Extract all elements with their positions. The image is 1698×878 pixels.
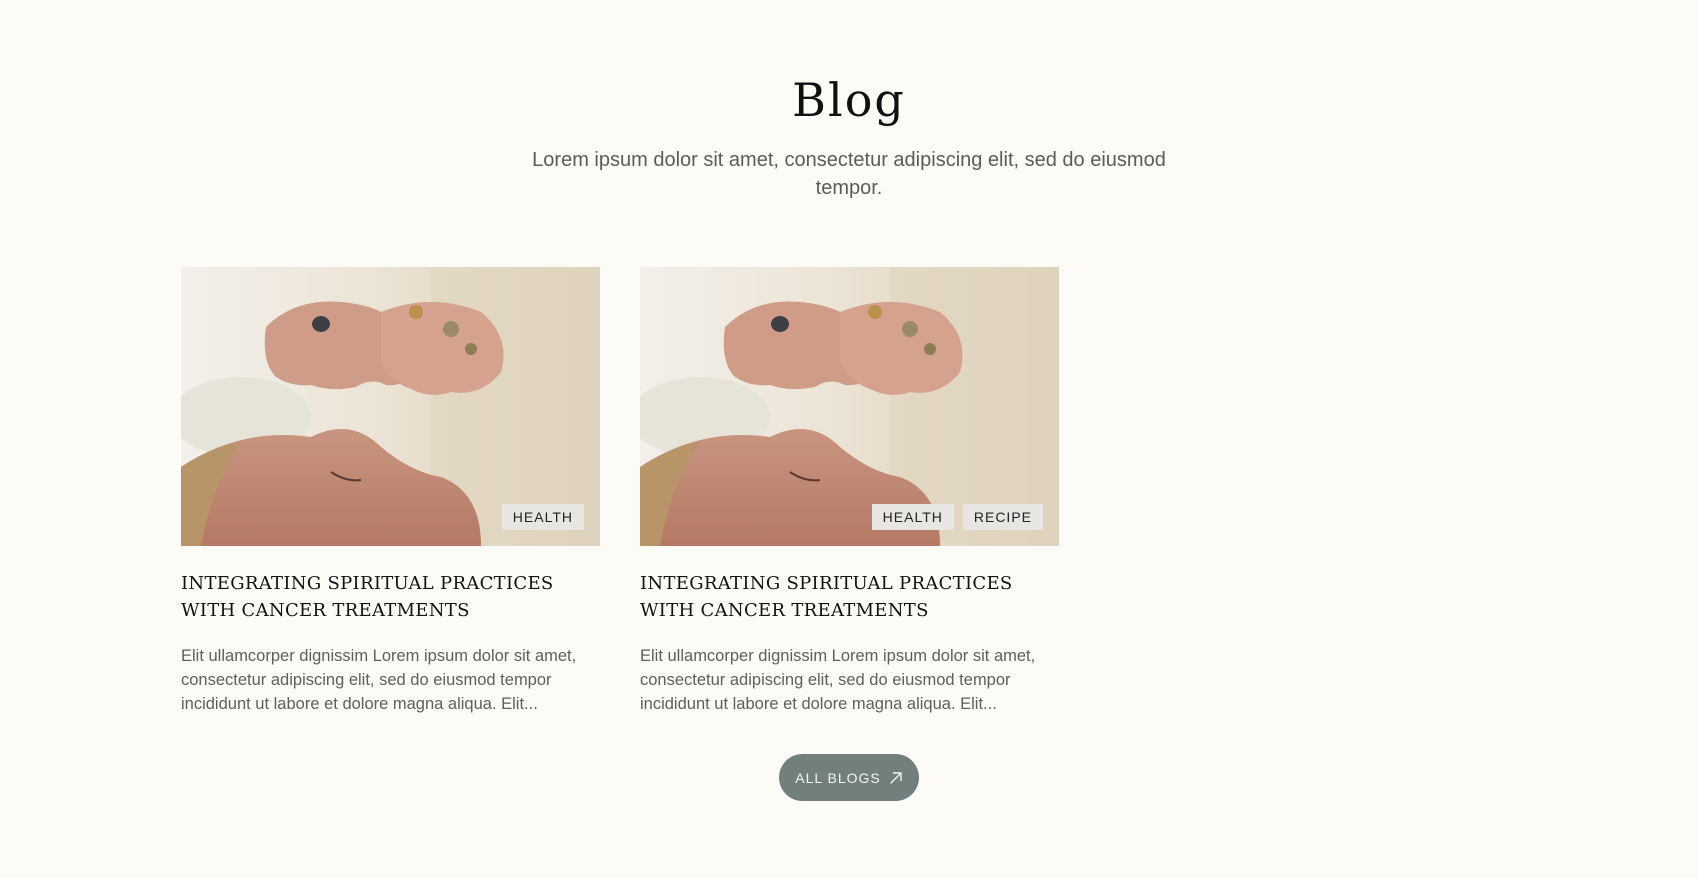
blog-card[interactable]: HEALTH RECIPE INTEGRATING SPIRITUAL PRAC… (640, 267, 1059, 716)
all-blogs-button[interactable]: ALL BLOGS (779, 754, 919, 801)
tag-health[interactable]: HEALTH (501, 504, 584, 530)
blog-card-image[interactable]: HEALTH RECIPE (640, 267, 1059, 546)
blog-card-title[interactable]: INTEGRATING SPIRITUAL PRACTICES WITH CAN… (640, 570, 1059, 624)
arrow-up-right-icon (890, 771, 902, 784)
all-blogs-label: ALL BLOGS (795, 769, 881, 786)
tag-health[interactable]: HEALTH (871, 504, 954, 530)
tag-recipe[interactable]: RECIPE (962, 504, 1043, 530)
blog-section: Blog Lorem ipsum dolor sit amet, consect… (0, 0, 1698, 878)
blog-card-excerpt: Elit ullamcorper dignissim Lorem ipsum d… (640, 647, 1036, 713)
section-subtitle: Lorem ipsum dolor sit amet, consectetur … (532, 149, 1166, 199)
blog-card[interactable]: HEALTH INTEGRATING SPIRITUAL PRACTICES W… (181, 267, 600, 716)
blog-card-image[interactable]: HEALTH (181, 267, 600, 546)
section-title: Blog (792, 73, 906, 127)
blog-card-title[interactable]: INTEGRATING SPIRITUAL PRACTICES WITH CAN… (181, 570, 600, 624)
tag-list: HEALTH RECIPE (871, 504, 1043, 530)
blog-card-excerpt: Elit ullamcorper dignissim Lorem ipsum d… (181, 647, 577, 713)
tag-list: HEALTH (501, 504, 584, 530)
